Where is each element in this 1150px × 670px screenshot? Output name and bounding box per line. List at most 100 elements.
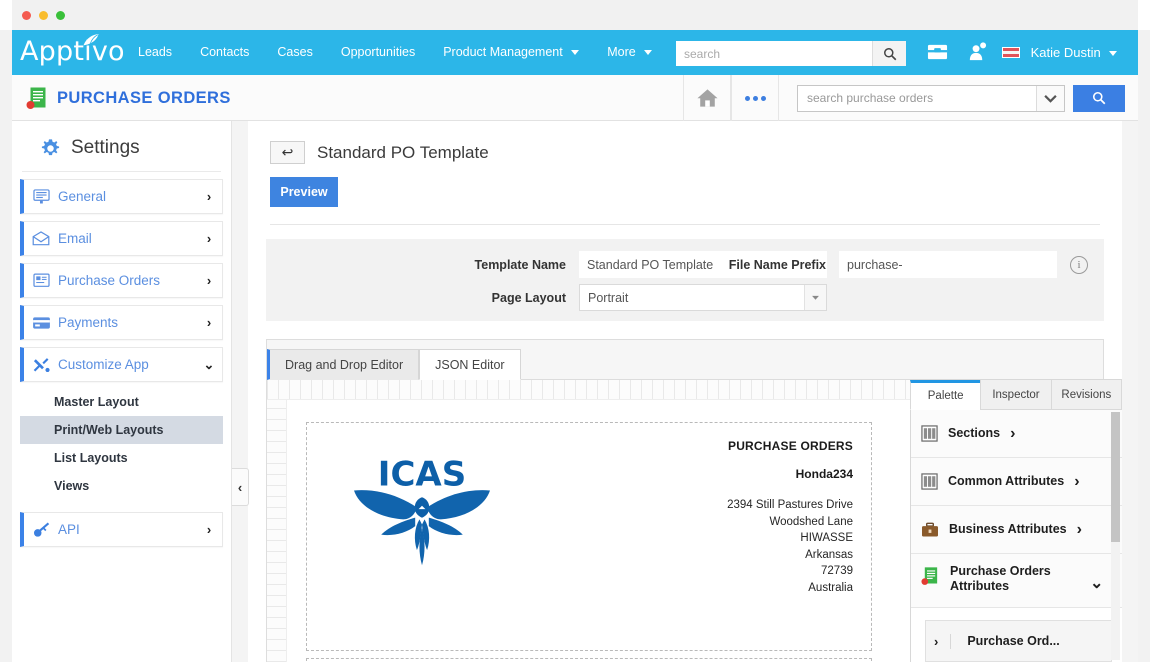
palette-row-label: Common Attributes — [948, 474, 1064, 489]
sidebar-group-payments[interactable]: Payments › — [20, 305, 223, 340]
page-layout-label: Page Layout — [266, 291, 566, 305]
palette-row-purchase-orders-attributes[interactable]: Purchase Orders Attributes ⌄ — [911, 554, 1122, 608]
palette-row-common-attributes[interactable]: Common Attributes › — [911, 458, 1122, 506]
module-search-dropdown[interactable] — [1036, 86, 1064, 111]
palette-row-label: Sections — [948, 426, 1000, 441]
sidebar-sublist: Master Layout Print/Web Layouts List Lay… — [12, 388, 231, 500]
sidebar-group-purchase-orders[interactable]: Purchase Orders › — [20, 263, 223, 298]
app-page: Apptivo Leads Contacts Cases Opportuniti… — [12, 30, 1138, 662]
chevron-right-icon: › — [196, 522, 222, 537]
module-title-text: PURCHASE ORDERS — [57, 75, 231, 121]
page-layout-select[interactable]: Portrait — [579, 284, 827, 311]
maximize-window-button[interactable] — [56, 11, 65, 20]
window-controls[interactable] — [22, 11, 65, 20]
nav-item-product-management[interactable]: Product Management — [429, 30, 593, 75]
tab-json-editor[interactable]: JSON Editor — [419, 349, 520, 380]
document-paper[interactable]: ICAS — [287, 400, 887, 662]
module-header-bar: PURCHASE ORDERS — [12, 75, 1138, 121]
back-arrow-icon: ↩ — [282, 144, 294, 161]
minimize-window-button[interactable] — [39, 11, 48, 20]
grid-table-icon — [921, 425, 938, 442]
invoice-icon — [921, 566, 940, 586]
tab-label: JSON Editor — [435, 358, 504, 372]
sidebar-subitem-label: Print/Web Layouts — [54, 423, 164, 437]
sidebar-group-customize-app[interactable]: Customize App ⌄ — [20, 347, 223, 382]
info-icon[interactable]: i — [1070, 256, 1088, 274]
tab-label: Revisions — [1061, 389, 1111, 401]
tab-palette[interactable]: Palette — [910, 380, 981, 410]
sidebar-group-api[interactable]: API › — [20, 512, 223, 547]
palette-scrollbar-thumb[interactable] — [1111, 412, 1120, 542]
global-search-input[interactable] — [676, 41, 872, 66]
file-name-prefix-label: File Name Prefix — [696, 258, 826, 272]
module-search-submit[interactable] — [1073, 85, 1125, 112]
sidebar-item-print-web-layouts[interactable]: Print/Web Layouts — [20, 416, 223, 444]
palette-subrow-purchase-order[interactable]: › Purchase Ord... — [925, 620, 1112, 662]
file-name-prefix-input[interactable] — [839, 251, 1057, 278]
nav-label: Opportunities — [341, 45, 415, 59]
tab-inspector[interactable]: Inspector — [980, 380, 1051, 410]
module-search-input[interactable] — [798, 86, 1036, 111]
sidebar-item-master-layout[interactable]: Master Layout — [20, 388, 223, 416]
settings-heading-text: Settings — [71, 137, 140, 159]
settings-heading: Settings — [22, 121, 221, 172]
template-header: ↩ Standard PO Template — [248, 121, 1122, 164]
sidebar-item-list-layouts[interactable]: List Layouts — [20, 444, 223, 472]
inbox-button[interactable] — [926, 41, 949, 67]
contacts-button[interactable] — [967, 41, 987, 67]
user-menu[interactable]: Katie Dustin — [1002, 30, 1117, 75]
template-editor-card: ↩ Standard PO Template Preview Template … — [248, 121, 1122, 662]
nav-item-contacts[interactable]: Contacts — [186, 30, 263, 75]
global-search-button[interactable] — [872, 41, 906, 66]
window-bottom-edge — [0, 662, 1150, 670]
info-glyph: i — [1077, 259, 1080, 271]
close-window-button[interactable] — [22, 11, 31, 20]
global-search[interactable] — [676, 41, 906, 66]
grid-table-icon — [921, 473, 938, 490]
palette-row-sections[interactable]: Sections › — [911, 410, 1122, 458]
chevron-right-icon: › — [1010, 425, 1015, 443]
chevron-right-icon: › — [1077, 521, 1082, 539]
sidebar-group-label: Purchase Orders — [58, 273, 196, 288]
palette-row-label: Business Attributes — [949, 522, 1067, 537]
main-content: ↩ Standard PO Template Preview Template … — [232, 121, 1138, 662]
document-title: PURCHASE ORDERS — [593, 439, 853, 453]
chevron-right-icon: › — [196, 231, 222, 246]
preview-button[interactable]: Preview — [270, 177, 338, 207]
address-line: 72739 — [593, 563, 853, 580]
document-address: 2394 Still Pastures Drive Woodshed Lane … — [593, 497, 853, 596]
apptivo-logo[interactable]: Apptivo — [20, 36, 125, 67]
editor-tabs: Drag and Drop Editor JSON Editor — [267, 340, 1103, 380]
nav-item-more[interactable]: More — [593, 30, 666, 75]
page-layout-value: Portrait — [580, 291, 804, 305]
sidebar-group-general[interactable]: General › — [20, 179, 223, 214]
nav-label: Leads — [138, 45, 172, 59]
tab-drag-and-drop-editor[interactable]: Drag and Drop Editor — [267, 349, 419, 380]
sidebar-item-views[interactable]: Views — [20, 472, 223, 500]
nav-item-cases[interactable]: Cases — [263, 30, 326, 75]
address-line: HIWASSE — [593, 530, 853, 547]
address-line: Australia — [593, 580, 853, 597]
sidebar-group-email[interactable]: Email › — [20, 221, 223, 256]
tab-revisions[interactable]: Revisions — [1051, 380, 1122, 410]
titlebar-right-edge — [1138, 0, 1150, 30]
back-button[interactable]: ↩ — [270, 141, 305, 164]
icas-logo: ICAS — [337, 445, 507, 575]
search-icon — [1092, 91, 1106, 105]
palette-row-business-attributes[interactable]: Business Attributes › — [911, 506, 1122, 554]
tools-icon — [24, 356, 58, 373]
palette-scrollbar[interactable] — [1111, 412, 1120, 660]
module-search[interactable] — [797, 85, 1065, 112]
browser-window: Apptivo Leads Contacts Cases Opportuniti… — [0, 0, 1150, 670]
nav-label: More — [607, 45, 635, 59]
nav-menu: Leads Contacts Cases Opportunities Produ… — [124, 30, 666, 75]
home-button[interactable] — [683, 75, 731, 121]
more-options-button[interactable] — [731, 75, 779, 121]
preview-button-label: Preview — [280, 185, 327, 199]
nav-item-leads[interactable]: Leads — [124, 30, 186, 75]
sidebar-subitem-label: Master Layout — [54, 395, 139, 409]
nav-item-opportunities[interactable]: Opportunities — [327, 30, 429, 75]
tab-label: Drag and Drop Editor — [285, 358, 403, 372]
sidebar-collapse-handle[interactable]: ‹ — [232, 468, 249, 506]
document-section-header[interactable]: ICAS — [306, 422, 872, 651]
